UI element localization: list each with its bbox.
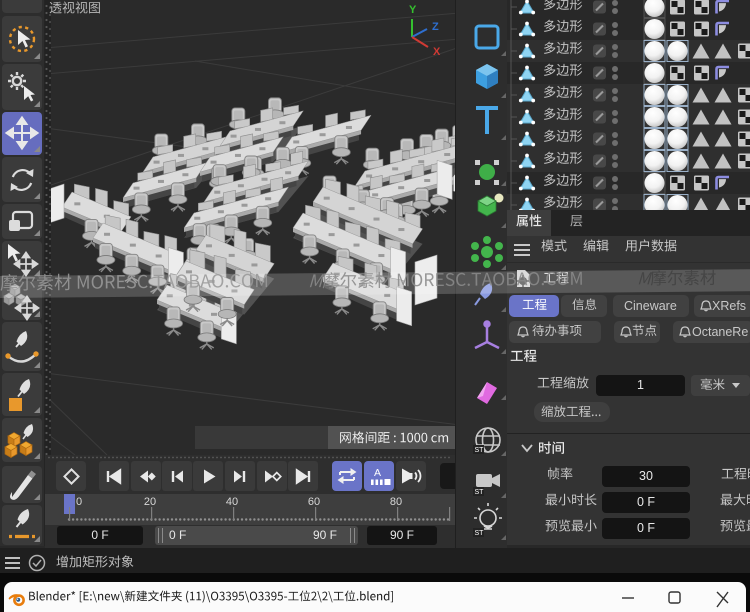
svg-text:A: A [374,467,381,479]
svg-text:X: X [433,46,441,58]
svg-text:ST: ST [475,447,485,454]
svg-text:Y: Y [409,4,417,16]
svg-text:ST: ST [475,530,485,537]
svg-text:Z: Z [432,21,439,33]
svg-text:ST: ST [475,489,485,496]
